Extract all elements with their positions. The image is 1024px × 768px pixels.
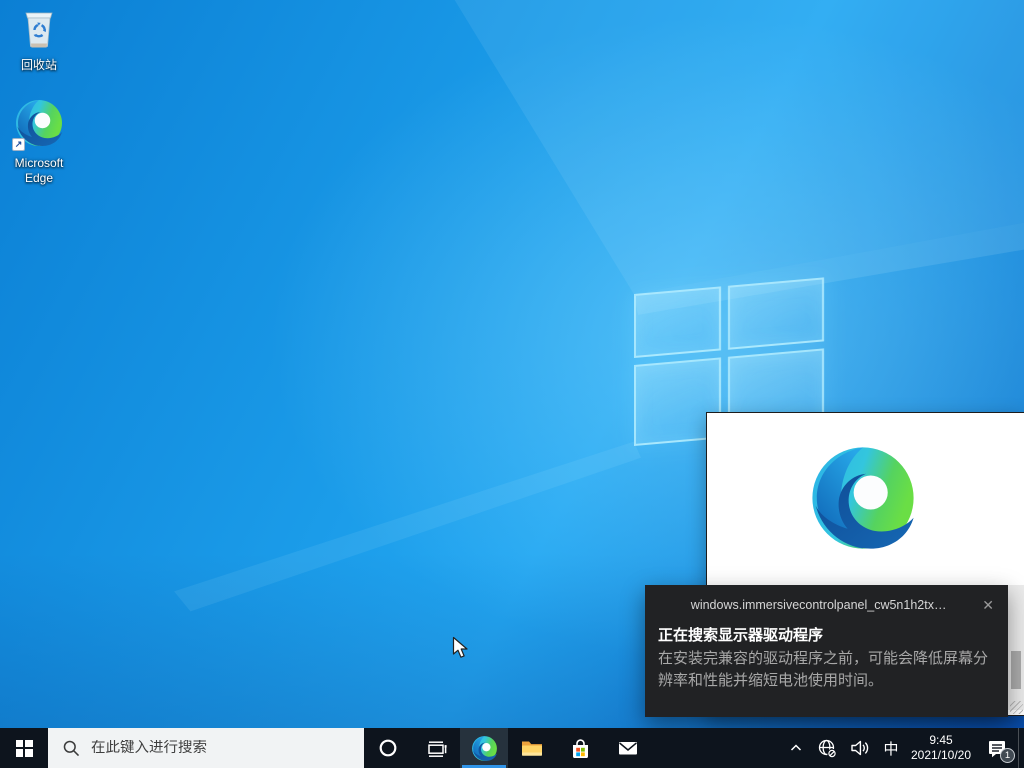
tray-volume-button[interactable] — [843, 728, 876, 768]
microsoft-edge-icon: ↗ — [14, 98, 64, 153]
desktop-icon-label: 回收站 — [21, 58, 57, 73]
chevron-up-icon — [788, 740, 804, 756]
show-desktop-button[interactable] — [1018, 728, 1024, 768]
speaker-icon — [848, 736, 872, 760]
shortcut-arrow-icon: ↗ — [12, 138, 25, 151]
toast-app-id: windows.immersivecontrolpanel_cw5n1h2tx… — [661, 598, 976, 612]
search-input[interactable] — [91, 740, 364, 756]
file-explorer-icon — [519, 735, 545, 761]
mail-icon — [615, 735, 641, 761]
start-button[interactable] — [0, 728, 48, 768]
windows-logo-icon — [16, 740, 33, 757]
desktop-icon-label: Microsoft Edge — [3, 156, 75, 186]
scrollbar-track[interactable] — [1008, 585, 1024, 710]
toast-title: 正在搜索显示器驱动程序 — [645, 612, 1008, 645]
taskbar: 中 9:45 2021/10/20 1 — [0, 728, 1024, 768]
taskbar-store-button[interactable] — [556, 728, 604, 768]
taskbar-search[interactable] — [48, 728, 364, 768]
clock-date: 2021/10/20 — [911, 748, 971, 763]
taskbar-mail-button[interactable] — [604, 728, 652, 768]
edge-icon — [471, 735, 498, 762]
taskbar-task-view-button[interactable] — [412, 728, 460, 768]
taskbar-edge-button[interactable] — [460, 728, 508, 768]
search-icon — [62, 739, 81, 758]
tray-network-button[interactable] — [810, 728, 843, 768]
window-resize-grip[interactable] — [1010, 701, 1023, 714]
cortana-icon — [377, 737, 399, 759]
taskbar-cortana-button[interactable] — [364, 728, 412, 768]
globe-no-internet-icon — [816, 737, 838, 759]
desktop-icon-microsoft-edge[interactable]: ↗ Microsoft Edge — [0, 98, 78, 186]
recycle-bin-icon — [19, 6, 59, 55]
tray-ime-indicator[interactable]: 中 — [876, 728, 906, 768]
tray-clock[interactable]: 9:45 2021/10/20 — [906, 728, 976, 768]
toast-body: 在安装完兼容的驱动程序之前，可能会降低屏幕分辨率和性能并缩短电池使用时间。 — [645, 645, 1008, 692]
clock-time: 9:45 — [929, 733, 952, 748]
desktop-icon-recycle-bin[interactable]: 回收站 — [0, 6, 78, 73]
microsoft-store-icon — [568, 736, 593, 761]
close-icon[interactable]: ✕ — [982, 598, 994, 612]
scrollbar-thumb[interactable] — [1011, 651, 1021, 689]
windows-desktop: 回收站 ↗ Microsoft Edge windows.immersiveco… — [0, 0, 1024, 768]
toast-notification[interactable]: windows.immersivecontrolpanel_cw5n1h2tx…… — [645, 585, 1008, 717]
edge-logo-large — [808, 443, 918, 553]
tray-show-hidden-icons-button[interactable] — [782, 728, 810, 768]
task-view-icon — [423, 735, 449, 761]
toast-header: windows.immersivecontrolpanel_cw5n1h2tx…… — [645, 585, 1008, 612]
tray-action-center-button[interactable]: 1 — [976, 728, 1018, 768]
system-tray: 中 9:45 2021/10/20 1 — [782, 728, 1024, 768]
notification-count-badge: 1 — [1000, 748, 1015, 763]
taskbar-file-explorer-button[interactable] — [508, 728, 556, 768]
